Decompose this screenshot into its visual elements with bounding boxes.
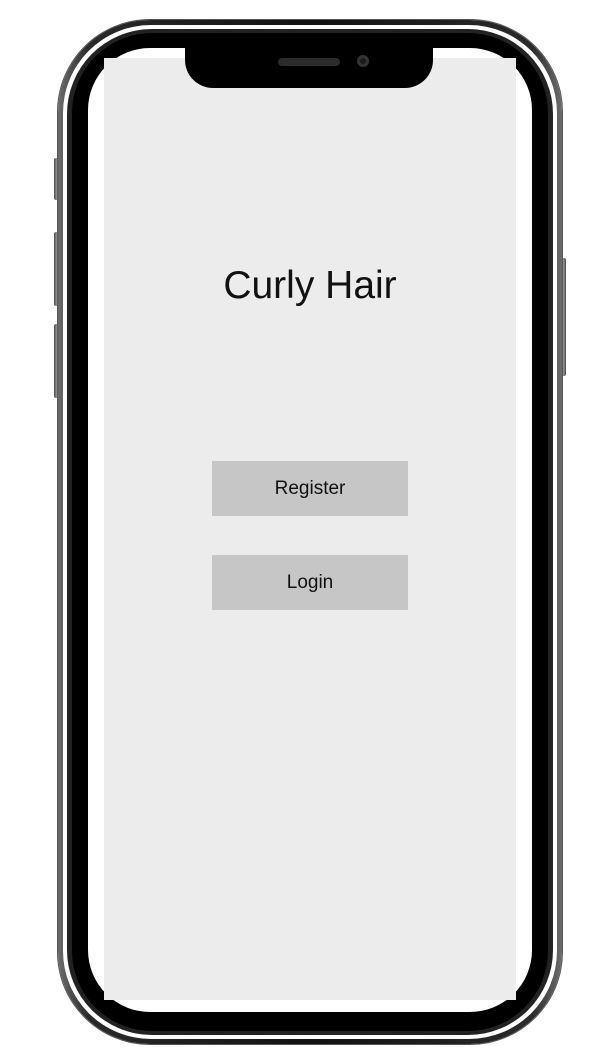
speaker-grille [278, 58, 340, 66]
app-screen: Curly Hair Register Login [104, 58, 516, 1000]
front-camera-icon [357, 55, 369, 67]
register-button[interactable]: Register [212, 461, 408, 516]
login-button[interactable]: Login [212, 555, 408, 610]
device-mockup: Curly Hair Register Login [0, 0, 610, 1062]
app-title: Curly Hair [223, 264, 397, 307]
